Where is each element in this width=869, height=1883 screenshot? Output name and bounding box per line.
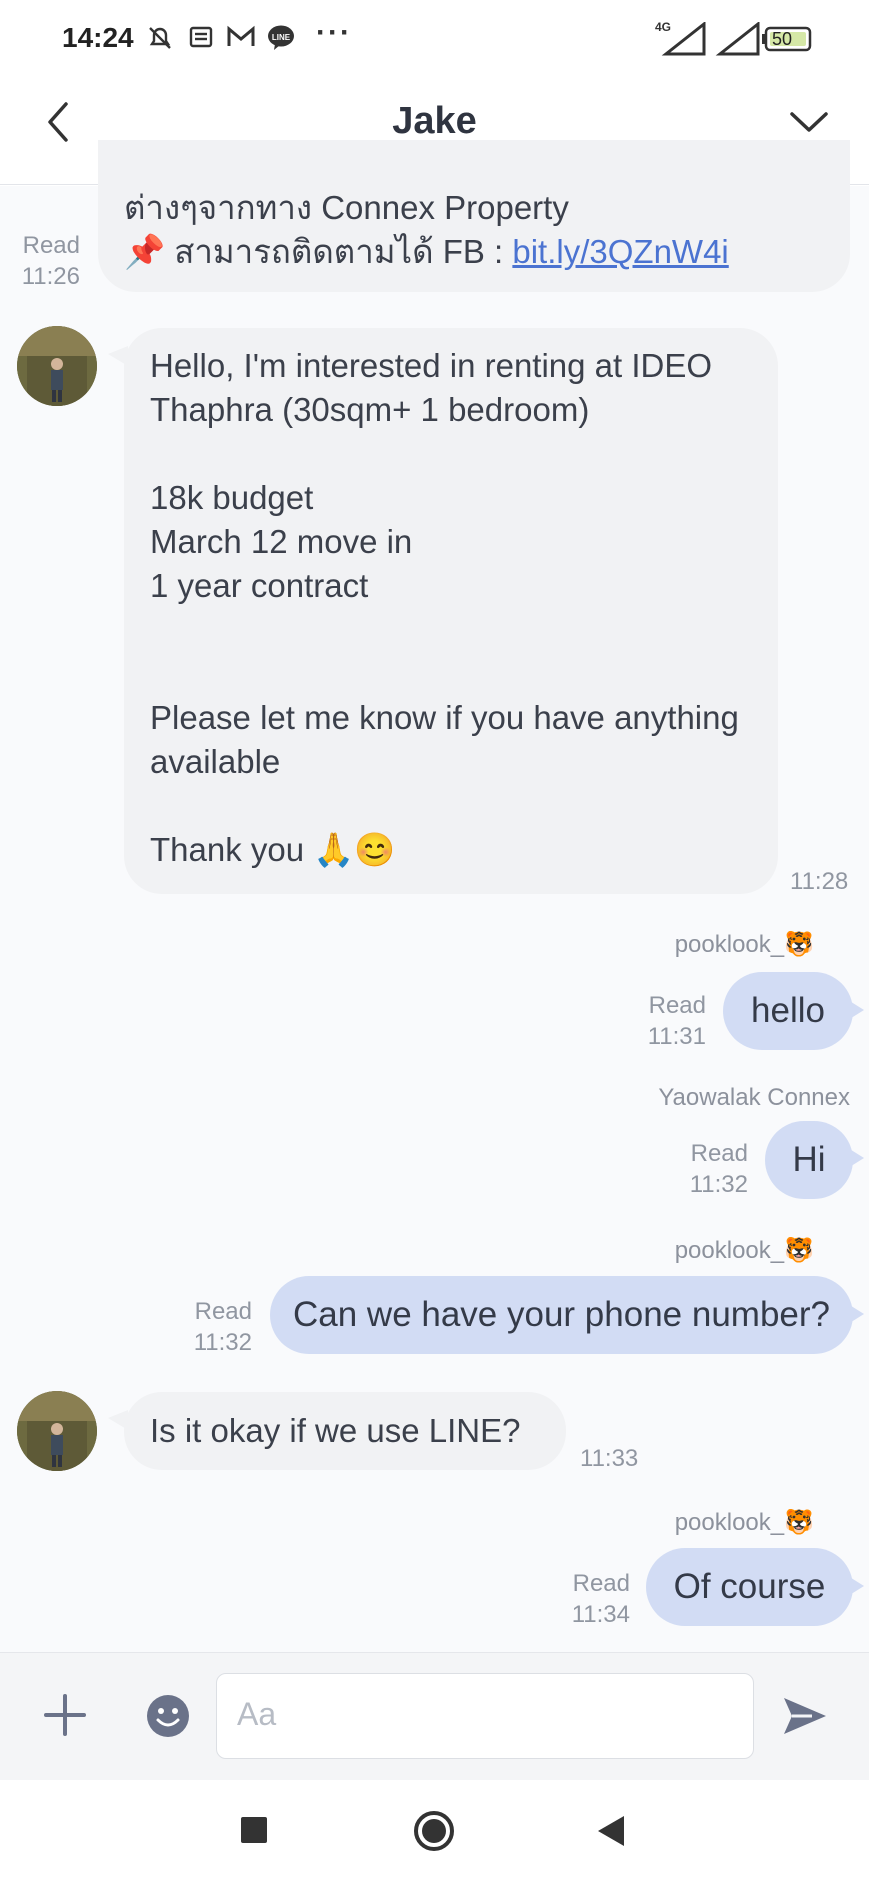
- message-input[interactable]: Aa: [216, 1673, 754, 1759]
- outgoing-message-bubble[interactable]: hello: [723, 972, 853, 1050]
- plus-icon[interactable]: [44, 1694, 86, 1741]
- gmail-icon: [226, 24, 256, 57]
- message-input-placeholder: Aa: [237, 1696, 277, 1732]
- message-text: hello: [751, 991, 825, 1030]
- more-notifications-icon: ···: [316, 16, 352, 49]
- message-text: Of course: [673, 1567, 826, 1606]
- read-label: Read: [690, 1140, 748, 1167]
- outgoing-message-bubble[interactable]: Can we have your phone number?: [270, 1276, 853, 1354]
- back-icon[interactable]: [596, 1814, 626, 1853]
- read-receipt: Read 11:32: [660, 1138, 748, 1200]
- read-receipt: Read 11:31: [620, 990, 706, 1052]
- bubble-tail: [848, 1000, 864, 1020]
- message-time: 11:32: [689, 1171, 748, 1198]
- svg-text:LINE: LINE: [272, 33, 291, 42]
- message-time: 11:31: [647, 1023, 706, 1050]
- bubble-tail: [848, 1148, 864, 1168]
- emoji-icon[interactable]: [146, 1694, 190, 1743]
- signal-icon-2: [714, 20, 760, 61]
- sender-name: pooklook_🐯: [674, 1237, 814, 1264]
- contact-name-title: Jake: [392, 100, 477, 142]
- read-receipt: Read 11:26: [8, 230, 80, 292]
- sender-name: pooklook_🐯: [674, 1509, 814, 1536]
- read-receipt: Read 11:32: [176, 1296, 252, 1358]
- home-icon[interactable]: [413, 1810, 455, 1857]
- line-app-icon: LINE: [266, 24, 296, 59]
- message-notification-icon: [188, 24, 214, 57]
- outgoing-message-bubble[interactable]: Of course: [646, 1548, 853, 1626]
- message-text: Hello, I'm interested in renting at IDEO…: [150, 347, 739, 868]
- signal-icon-1: [660, 20, 706, 61]
- message-text: Can we have your phone number?: [292, 1295, 830, 1334]
- message-time: 11:32: [193, 1329, 252, 1356]
- bubble-tail: [848, 1304, 864, 1324]
- incoming-message-bubble[interactable]: Is it okay if we use LINE?: [124, 1392, 566, 1470]
- read-receipt: Read 11:34: [554, 1568, 630, 1630]
- outgoing-message-bubble[interactable]: Hi: [765, 1121, 853, 1199]
- message-text: Is it okay if we use LINE?: [150, 1412, 521, 1449]
- message-text: 📌 สามารถติดตามได้ FB : bit.ly/3QZnW4i: [124, 230, 729, 274]
- status-time: 14:24: [62, 22, 134, 53]
- sender-name: pooklook_🐯: [674, 931, 814, 958]
- recent-apps-icon[interactable]: [241, 1817, 267, 1848]
- sender-name: Yaowalak Connex: [658, 1084, 850, 1111]
- message-time: 11:26: [21, 263, 80, 290]
- message-text: Hi: [792, 1140, 826, 1179]
- facebook-link[interactable]: bit.ly/3QZnW4i: [512, 233, 728, 270]
- message-text-prefix: 📌 สามารถติดตามได้ FB :: [124, 233, 513, 270]
- bubble-tail: [848, 1576, 864, 1596]
- send-icon[interactable]: [782, 1696, 828, 1741]
- read-label: Read: [194, 1298, 252, 1325]
- battery-level: 50: [772, 29, 793, 49]
- read-label: Read: [22, 232, 80, 259]
- message-time: 11:34: [571, 1601, 630, 1628]
- read-label: Read: [572, 1570, 630, 1597]
- message-text: ต่างๆจากทาง Connex Property: [124, 189, 569, 226]
- avatar[interactable]: [17, 326, 97, 406]
- avatar[interactable]: [17, 1391, 97, 1471]
- mute-notification-icon: [146, 24, 174, 59]
- read-label: Read: [648, 992, 706, 1019]
- message-time: 11:28: [790, 868, 849, 895]
- chevron-down-icon[interactable]: [788, 108, 830, 141]
- message-time: 11:33: [580, 1445, 639, 1472]
